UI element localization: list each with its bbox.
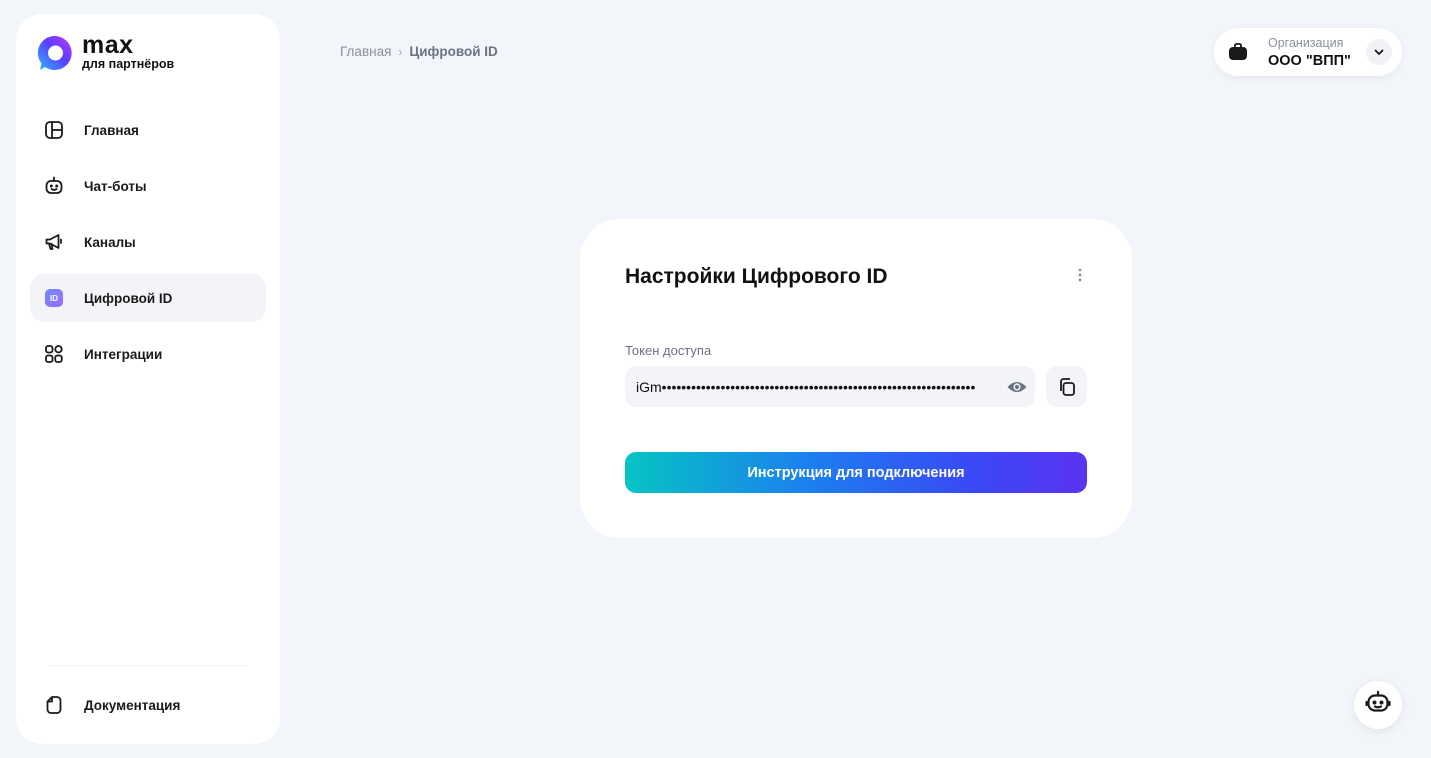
sidebar-item-digital-id[interactable]: ID Цифровой ID <box>30 274 266 322</box>
breadcrumb-separator: › <box>398 44 403 59</box>
dashboard-icon <box>44 120 64 140</box>
max-logo-icon <box>37 35 72 70</box>
token-field[interactable]: iGm•••••••••••••••••••••••••••••••••••••… <box>625 366 1035 407</box>
sidebar-item-label: Чат-боты <box>84 178 147 194</box>
card-title: Настройки Цифрового ID <box>625 265 888 288</box>
copy-icon[interactable] <box>1046 366 1087 407</box>
sidebar-item-label: Документация <box>84 697 181 713</box>
brand-logo[interactable]: max для партнёров <box>36 31 175 72</box>
brand-subtitle: для партнёров <box>82 57 175 72</box>
connection-instructions-button[interactable]: Инструкция для подключения <box>625 452 1087 493</box>
organization-selector[interactable]: Организация ООО "ВПП" <box>1214 28 1402 76</box>
bot-icon <box>1365 690 1391 721</box>
more-vertical-icon[interactable] <box>1072 267 1088 283</box>
token-label: Токен доступа <box>625 343 712 358</box>
sidebar-nav: Главная Чат-боты Каналы ID Цифровой ID И… <box>30 106 266 386</box>
sidebar-item-channels[interactable]: Каналы <box>30 218 266 266</box>
briefcase-icon <box>1224 38 1252 66</box>
breadcrumb-home-link[interactable]: Главная <box>340 44 391 59</box>
support-bot-button[interactable] <box>1354 681 1402 729</box>
robot-icon <box>44 176 64 196</box>
sidebar-item-label: Цифровой ID <box>84 290 173 306</box>
sidebar-item-label: Каналы <box>84 234 136 250</box>
id-badge-icon: ID <box>44 288 64 308</box>
sidebar: max для партнёров Главная Чат-боты Канал… <box>16 14 280 744</box>
sidebar-item-integrations[interactable]: Интеграции <box>30 330 266 378</box>
breadcrumb: Главная › Цифровой ID <box>340 44 498 59</box>
sidebar-item-label: Главная <box>84 122 139 138</box>
breadcrumb-current: Цифровой ID <box>409 44 498 59</box>
organization-caption: Организация <box>1268 35 1344 50</box>
sidebar-divider <box>48 665 248 666</box>
sidebar-item-home[interactable]: Главная <box>30 106 266 154</box>
token-value: iGm•••••••••••••••••••••••••••••••••••••… <box>636 378 976 395</box>
chevron-down-icon[interactable] <box>1366 39 1392 65</box>
grid-icon <box>44 344 64 364</box>
sidebar-item-label: Интеграции <box>84 346 163 362</box>
sidebar-item-chatbots[interactable]: Чат-боты <box>30 162 266 210</box>
digital-id-settings-card: Настройки Цифрового ID Токен доступа iGm… <box>580 219 1132 538</box>
organization-name: ООО "ВПП" <box>1268 52 1351 69</box>
megaphone-icon <box>44 232 64 252</box>
document-icon <box>44 695 64 715</box>
eye-icon[interactable] <box>1005 375 1029 399</box>
brand-title: max <box>82 31 134 60</box>
sidebar-item-documentation[interactable]: Документация <box>30 681 266 729</box>
